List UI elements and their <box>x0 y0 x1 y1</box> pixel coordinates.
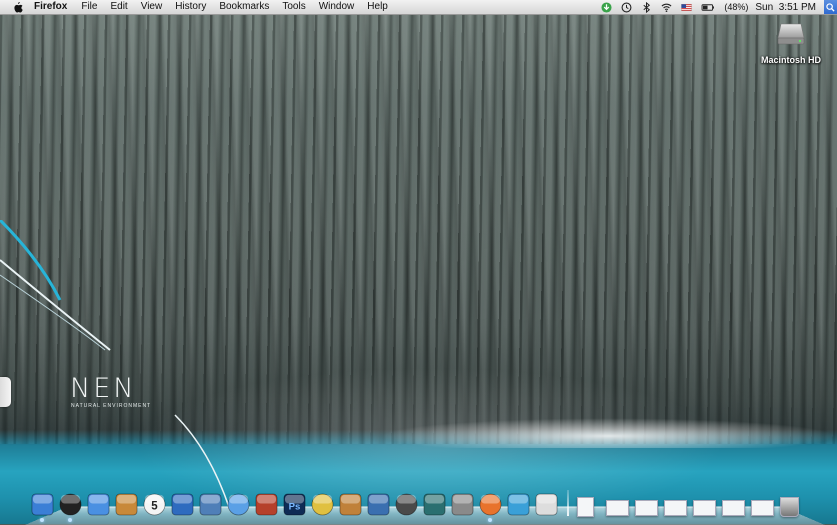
menu-bookmarks[interactable]: Bookmarks <box>219 0 269 14</box>
dock-minimized-window-4[interactable] <box>693 494 716 516</box>
dock-item-dashboard[interactable] <box>59 493 82 522</box>
battery-percentage: (48%) <box>724 2 749 12</box>
menu-edit[interactable]: Edit <box>110 0 127 14</box>
dock-minimized-window-1[interactable] <box>606 494 629 516</box>
dock-item-address-book[interactable] <box>115 493 138 516</box>
imovie-icon <box>311 493 334 516</box>
dock-item-messenger[interactable] <box>507 493 530 516</box>
minimized-window-icon <box>635 500 658 516</box>
document-stack-icon <box>577 497 594 517</box>
running-indicator <box>40 518 44 522</box>
script-editor-icon <box>535 493 558 516</box>
dock-trash-7[interactable] <box>780 494 803 517</box>
spaces-icon <box>395 493 418 516</box>
menu-app-firefox[interactable]: Firefox <box>34 0 67 14</box>
macintosh-hd-desktop-icon[interactable]: Macintosh HD <box>756 20 826 65</box>
dock-minimized-window-6[interactable] <box>751 494 774 516</box>
clock-day: Sun <box>755 1 774 13</box>
garageband-icon <box>339 493 362 516</box>
spotlight-button[interactable] <box>824 0 837 14</box>
wifi-icon[interactable] <box>661 2 672 13</box>
dock-item-firefox[interactable] <box>479 493 502 522</box>
running-indicator <box>488 518 492 522</box>
hard-drive-icon <box>777 23 805 45</box>
dock-item-photo-booth[interactable] <box>255 493 278 516</box>
clock-time: 3:51 PM <box>778 1 816 13</box>
messenger-icon <box>507 493 530 516</box>
battery-icon[interactable] <box>701 2 715 13</box>
firefox-icon <box>479 493 502 516</box>
dock-minimized-window-5[interactable] <box>722 494 745 516</box>
ical-icon: 5 <box>143 493 166 516</box>
dock-item-system-preferences[interactable] <box>451 493 474 516</box>
menu-history[interactable]: History <box>175 0 206 14</box>
dock-item-itunes[interactable] <box>227 493 250 516</box>
wallpaper-swoosh-graphic <box>0 220 231 510</box>
menu-file[interactable]: File <box>81 0 97 14</box>
dock-item-time-machine[interactable] <box>423 493 446 516</box>
photoshop-icon: Ps <box>283 493 306 516</box>
dock-item-script-editor[interactable] <box>535 493 558 516</box>
dock-item-textedit[interactable] <box>367 493 390 516</box>
spotlight-search-icon <box>826 2 835 12</box>
photo-booth-icon <box>255 493 278 516</box>
safari-icon <box>87 493 110 516</box>
trash-icon <box>780 497 799 517</box>
dock: 5 Ps <box>31 486 809 522</box>
dock-item-finder[interactable] <box>31 493 54 522</box>
dock-item-safari[interactable] <box>87 493 110 516</box>
wallpaper-logo-title: NEN <box>70 373 137 404</box>
menu-extras: (48%) Sun 3:51 PM <box>601 0 837 14</box>
dock-document-stack-0[interactable] <box>577 494 600 517</box>
macintosh-hd-label: Macintosh HD <box>760 55 821 65</box>
textedit-icon <box>367 493 390 516</box>
dock-item-ical[interactable]: 5 <box>143 493 166 516</box>
dock-item-thunderbird[interactable] <box>171 493 194 516</box>
side-drawer-handle[interactable] <box>0 377 11 407</box>
bluetooth-icon[interactable] <box>641 1 652 13</box>
dashboard-icon <box>59 493 82 516</box>
ical-label: 5 <box>151 500 158 512</box>
dock-minimized-window-3[interactable] <box>664 494 687 516</box>
menu-tools[interactable]: Tools <box>282 0 305 14</box>
iphoto-icon <box>199 493 222 516</box>
download-status-icon[interactable] <box>601 1 612 13</box>
wallpaper-logo-subtitle: NATURAL ENVIRONMENT <box>71 403 152 409</box>
time-machine-icon <box>423 493 446 516</box>
system-preferences-icon <box>451 493 474 516</box>
dock-minimized-window-2[interactable] <box>635 494 658 516</box>
dock-item-spaces[interactable] <box>395 493 418 516</box>
menu-bar: Firefox File Edit View History Bookmarks… <box>0 0 837 15</box>
dock-item-imovie[interactable] <box>311 493 334 516</box>
address-book-icon <box>115 493 138 516</box>
time-machine-icon[interactable] <box>621 2 632 13</box>
minimized-window-icon <box>693 500 716 516</box>
dock-item-photoshop[interactable]: Ps <box>283 493 306 516</box>
dock-item-iphoto[interactable] <box>199 493 222 516</box>
minimized-window-icon <box>751 500 774 516</box>
finder-icon <box>31 493 54 516</box>
minimized-window-icon <box>606 500 629 516</box>
wallpaper-sea-foam <box>380 418 837 448</box>
menu-view[interactable]: View <box>141 0 163 14</box>
us-flag-input-icon[interactable] <box>681 2 693 13</box>
apple-menu-icon[interactable] <box>13 1 23 13</box>
itunes-icon <box>227 493 250 516</box>
menu-help[interactable]: Help <box>367 0 388 14</box>
minimized-window-icon <box>722 500 745 516</box>
running-indicator <box>68 518 72 522</box>
dock-item-garageband[interactable] <box>339 493 362 516</box>
dock-separator <box>567 490 569 516</box>
minimized-window-icon <box>664 500 687 516</box>
photoshop-label: Ps <box>289 501 301 512</box>
menu-clock[interactable]: Sun 3:51 PM <box>755 2 816 13</box>
menu-window[interactable]: Window <box>319 0 355 14</box>
thunderbird-icon <box>171 493 194 516</box>
